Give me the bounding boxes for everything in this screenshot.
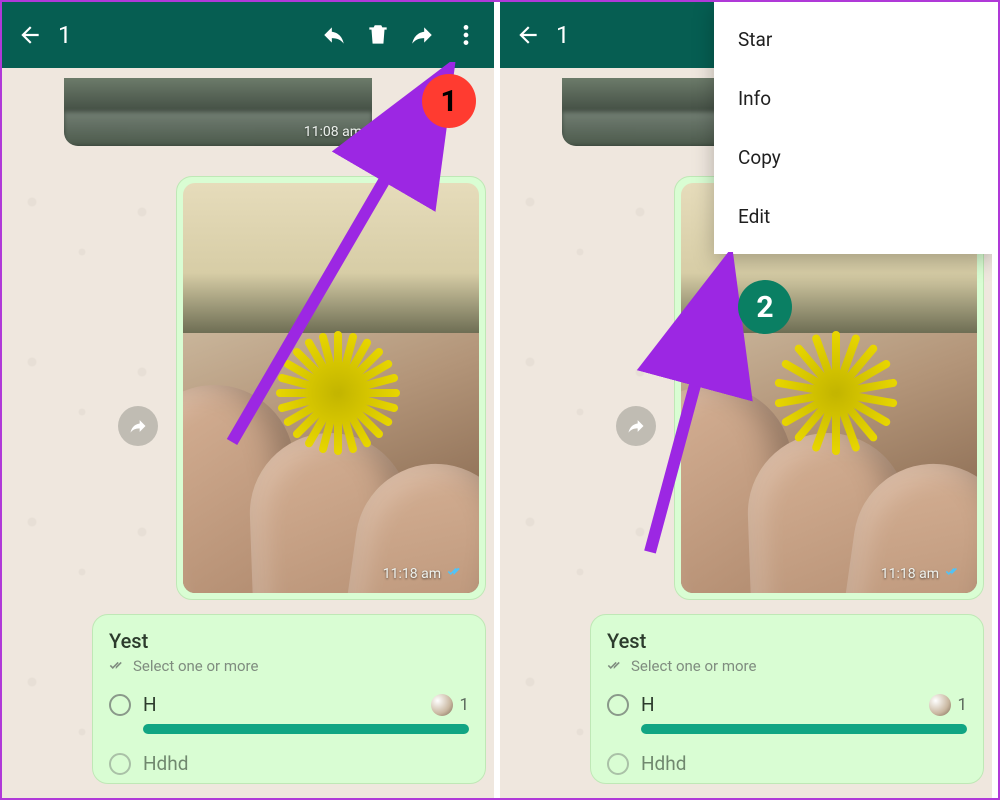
menu-item-star[interactable]: Star	[714, 10, 992, 69]
poll-progress-bar	[641, 724, 967, 734]
poll-option-meta: 1	[929, 694, 967, 716]
flower-graphic	[776, 333, 896, 453]
read-ticks-icon	[945, 565, 963, 583]
poll-vote-count: 1	[957, 695, 967, 715]
chat-area: 11:08 am	[2, 68, 494, 784]
poll-option-label: Hdhd	[143, 752, 469, 775]
voter-avatar	[929, 694, 951, 716]
delete-icon[interactable]	[356, 13, 400, 57]
poll-option[interactable]: Hdhd	[607, 752, 967, 775]
poll-ticks-icon	[109, 659, 127, 673]
poll-radio[interactable]	[607, 753, 629, 775]
back-icon[interactable]	[506, 13, 550, 57]
back-icon[interactable]	[8, 13, 52, 57]
message-meta: 11:18 am	[881, 565, 963, 583]
poll-vote-count: 1	[459, 695, 469, 715]
poll-bubble[interactable]: Yest Select one or more H 1	[92, 614, 486, 784]
forward-chip-icon[interactable]	[118, 406, 158, 446]
overflow-menu: Star Info Copy Edit	[714, 2, 992, 254]
forward-icon[interactable]	[400, 13, 444, 57]
screenshot-left: 1 11:08 am	[2, 2, 500, 798]
voter-avatar	[431, 694, 453, 716]
poll-option-meta: 1	[431, 694, 469, 716]
poll-bubble[interactable]: Yest Select one or more H 1	[590, 614, 984, 784]
read-ticks-icon	[447, 565, 465, 583]
screenshot-right: 1 11:08 am	[500, 2, 998, 798]
poll-title: Yest	[607, 629, 967, 653]
poll-progress-bar	[143, 724, 469, 734]
message-timestamp: 11:08 am	[304, 124, 362, 140]
reply-icon[interactable]	[312, 13, 356, 57]
message-timestamp: 11:18 am	[881, 566, 939, 582]
annotation-badge-1: 1	[422, 74, 476, 128]
poll-option[interactable]: H 1	[109, 693, 469, 734]
menu-item-edit[interactable]: Edit	[714, 187, 992, 246]
message-image-prev[interactable]: 11:08 am	[64, 78, 372, 146]
selected-message-bubble[interactable]: 11:18 am	[176, 176, 486, 600]
selection-count: 1	[58, 21, 72, 49]
menu-item-copy[interactable]: Copy	[714, 128, 992, 187]
poll-subtitle: Select one or more	[607, 657, 967, 675]
message-meta: 11:18 am	[383, 565, 465, 583]
more-options-icon[interactable]	[444, 13, 488, 57]
poll-radio[interactable]	[109, 694, 131, 716]
poll-option[interactable]: Hdhd	[109, 752, 469, 775]
poll-title: Yest	[109, 629, 469, 653]
poll-radio[interactable]	[607, 694, 629, 716]
selection-toolbar: 1	[2, 2, 494, 68]
poll-subtitle-text: Select one or more	[133, 657, 258, 675]
poll-option-label: Hdhd	[641, 752, 967, 775]
poll-ticks-icon	[607, 659, 625, 673]
annotation-badge-2: 2	[738, 280, 792, 334]
message-image-flower[interactable]: 11:18 am	[183, 183, 479, 593]
poll-subtitle: Select one or more	[109, 657, 469, 675]
forward-chip-icon[interactable]	[616, 406, 656, 446]
menu-item-info[interactable]: Info	[714, 69, 992, 128]
poll-subtitle-text: Select one or more	[631, 657, 756, 675]
poll-option[interactable]: H 1	[607, 693, 967, 734]
poll-option-label: H	[641, 693, 917, 716]
poll-radio[interactable]	[109, 753, 131, 775]
message-timestamp: 11:18 am	[383, 566, 441, 582]
flower-graphic	[278, 333, 398, 453]
poll-option-label: H	[143, 693, 419, 716]
selection-count: 1	[556, 21, 570, 49]
